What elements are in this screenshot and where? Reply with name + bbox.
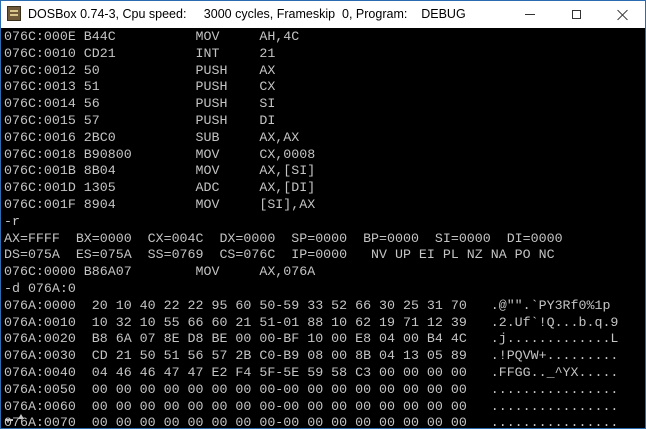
- dosbox-window: DOSBox 0.74-3, Cpu speed: 3000 cycles, F…: [0, 0, 646, 429]
- close-button[interactable]: [599, 1, 645, 28]
- console-line: 076A:0040 04 46 46 47 47 E2 F4 5F-5E 59 …: [4, 364, 619, 380]
- dos-console[interactable]: 076C:000E B44C MOV AH,4C 076C:0010 CD21 I…: [1, 28, 645, 428]
- close-icon: [617, 9, 628, 20]
- maximize-button[interactable]: [553, 1, 599, 28]
- console-line: 076A:0010 10 32 10 55 66 60 21 51-01 88 …: [4, 314, 619, 330]
- console-line: 076A:0060 00 00 00 00 00 00 00 00-00 00 …: [4, 398, 619, 414]
- mouse-pointer-icon: [18, 414, 24, 419]
- console-line: 076C:000E B44C MOV AH,4C: [4, 29, 300, 44]
- console-line: 076C:0016 2BC0 SUB AX,AX: [4, 129, 300, 145]
- console-line: -r: [4, 213, 20, 229]
- console-output: 076C:000E B44C MOV AH,4C 076C:0010 CD21 I…: [4, 29, 618, 428]
- maximize-icon: [571, 10, 581, 19]
- console-line: 076C:0000 B86A07 MOV AX,076A: [4, 264, 316, 280]
- minimize-icon: [525, 14, 535, 15]
- console-line: 076C:0015 57 PUSH DI: [4, 112, 276, 128]
- window-title: DOSBox 0.74-3, Cpu speed: 3000 cycles, F…: [28, 7, 466, 21]
- text-cursor: [5, 419, 13, 421]
- minimize-button[interactable]: [507, 1, 553, 28]
- console-line: 076A:0030 CD 21 50 51 56 57 2B C0-B9 08 …: [4, 348, 619, 364]
- console-line: 076C:0010 CD21 INT 21: [4, 45, 276, 61]
- console-line: 076C:001D 1305 ADC AX,[DI]: [4, 180, 316, 196]
- console-line: 076A:0050 00 00 00 00 00 00 00 00-00 00 …: [4, 381, 619, 397]
- title-bar[interactable]: DOSBox 0.74-3, Cpu speed: 3000 cycles, F…: [1, 1, 645, 28]
- dosbox-app-icon[interactable]: [7, 6, 21, 21]
- console-line: AX=FFFF BX=0000 CX=004C DX=0000 SP=0000 …: [4, 230, 563, 246]
- console-line: 076A:0000 20 10 40 22 22 95 60 50-59 33 …: [4, 297, 611, 313]
- console-line: 076C:0014 56 PUSH SI: [4, 96, 276, 112]
- console-line: 076C:0013 51 PUSH CX: [4, 79, 276, 95]
- console-line: 076C:0018 B90800 MOV CX,0008: [4, 146, 316, 162]
- console-line: 076C:0012 50 PUSH AX: [4, 62, 276, 78]
- console-line: 076C:001F 8904 MOV [SI],AX: [4, 196, 316, 212]
- console-line: 076C:001B 8B04 MOV AX,[SI]: [4, 163, 316, 179]
- console-line: DS=075A ES=075A SS=0769 CS=076C IP=0000 …: [4, 247, 555, 263]
- console-line: -d 076A:0: [4, 280, 76, 296]
- console-line: 076A:0020 B8 6A 07 8E D8 BE 00 00-BF 10 …: [4, 331, 619, 347]
- console-line: 076A:0070 00 00 00 00 00 00 00 00-00 00 …: [4, 415, 619, 428]
